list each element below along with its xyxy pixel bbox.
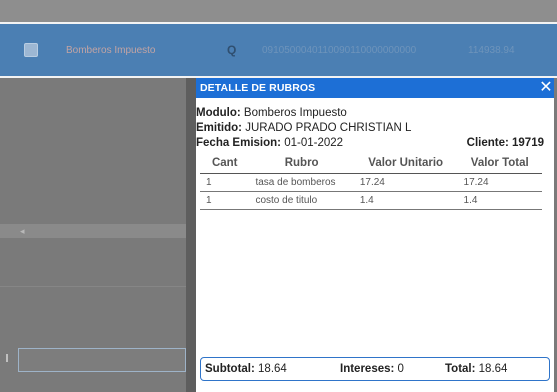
invoice-info: Modulo: Bomberos Impuesto Emitido: JURAD…	[196, 98, 554, 151]
cell-valor-total: 17.24	[457, 173, 542, 192]
row-checkbox[interactable]	[24, 43, 38, 57]
row-code: 0910500040110090110000000000	[262, 44, 417, 56]
fecha-label: Fecha Emision:	[196, 137, 281, 149]
modal-shadow	[186, 78, 196, 392]
cell-cant: 1	[200, 191, 250, 210]
header-valor-total: Valor Total	[457, 155, 542, 174]
subtotal-value: 18.64	[258, 363, 287, 375]
modal-header: DETALLE DE RUBROS ✕	[196, 78, 554, 98]
search-icon[interactable]: Q	[227, 43, 236, 57]
rubros-table: Cant Rubro Valor Unitario Valor Total 1 …	[200, 155, 542, 210]
header-rubro: Rubro	[249, 155, 354, 174]
totals-bar: Subtotal: 18.64 Intereses: 0 Total: 18.6…	[200, 357, 550, 381]
total-label: Total:	[445, 363, 476, 375]
horizontal-scrollbar[interactable]	[0, 224, 186, 238]
modal-title: DETALLE DE RUBROS	[200, 82, 316, 94]
table-row: 1 costo de titulo 1.4 1.4	[200, 191, 542, 210]
modulo-value: Bomberos Impuesto	[243, 107, 347, 119]
background-table-row: Bomberos Impuesto Q 09105000401100901100…	[0, 24, 557, 76]
intereses-value: 0	[397, 363, 404, 375]
header-valor-unitario: Valor Unitario	[353, 155, 458, 174]
cell-valor-unitario: 1.4	[353, 191, 458, 210]
detalle-rubros-modal: DETALLE DE RUBROS ✕ Modulo: Bomberos Imp…	[196, 78, 554, 392]
subtotal: Subtotal: 18.64	[205, 363, 287, 375]
cell-cant: 1	[200, 173, 250, 192]
row-amount: 114938.94	[468, 44, 515, 56]
table-header-row: Cant Rubro Valor Unitario Valor Total	[200, 155, 542, 174]
cell-rubro: costo de titulo	[249, 191, 354, 210]
intereses-label: Intereses:	[340, 363, 395, 375]
close-icon[interactable]: ✕	[538, 78, 554, 98]
total-value: 18.64	[478, 363, 508, 375]
cell-valor-unitario: 17.24	[353, 173, 458, 192]
total: Total: 18.64	[445, 363, 507, 375]
subtotal-label: Subtotal:	[205, 363, 255, 375]
fecha-cliente-line: Fecha Emision: 01-01-2022 Cliente: 19719	[196, 136, 554, 151]
emitido-label: Emitido:	[196, 122, 242, 134]
fecha-value: 01-01-2022	[284, 137, 344, 149]
top-strip	[0, 0, 557, 22]
cell-rubro: tasa de bomberos	[249, 173, 354, 192]
table-row: 1 tasa de bomberos 17.24 17.24	[200, 173, 542, 192]
modulo-label: Modulo:	[196, 107, 241, 119]
background-input[interactable]	[18, 348, 186, 372]
header-cant: Cant	[200, 155, 250, 174]
modulo-line: Modulo: Bomberos Impuesto	[196, 106, 554, 121]
emitido-line: Emitido: JURADO PRADO CHRISTIAN L	[196, 121, 554, 136]
cliente-value: 19719	[512, 137, 544, 149]
cliente-label: Cliente:	[466, 137, 509, 149]
scroll-left-arrow-icon[interactable]: ◂	[20, 224, 25, 238]
edge-marker	[6, 354, 8, 362]
emitido-value: JURADO PRADO CHRISTIAN L	[245, 122, 412, 134]
cell-valor-total: 1.4	[457, 191, 542, 210]
row-name: Bomberos Impuesto	[66, 44, 156, 56]
intereses: Intereses: 0	[340, 363, 404, 375]
divider	[0, 286, 186, 287]
